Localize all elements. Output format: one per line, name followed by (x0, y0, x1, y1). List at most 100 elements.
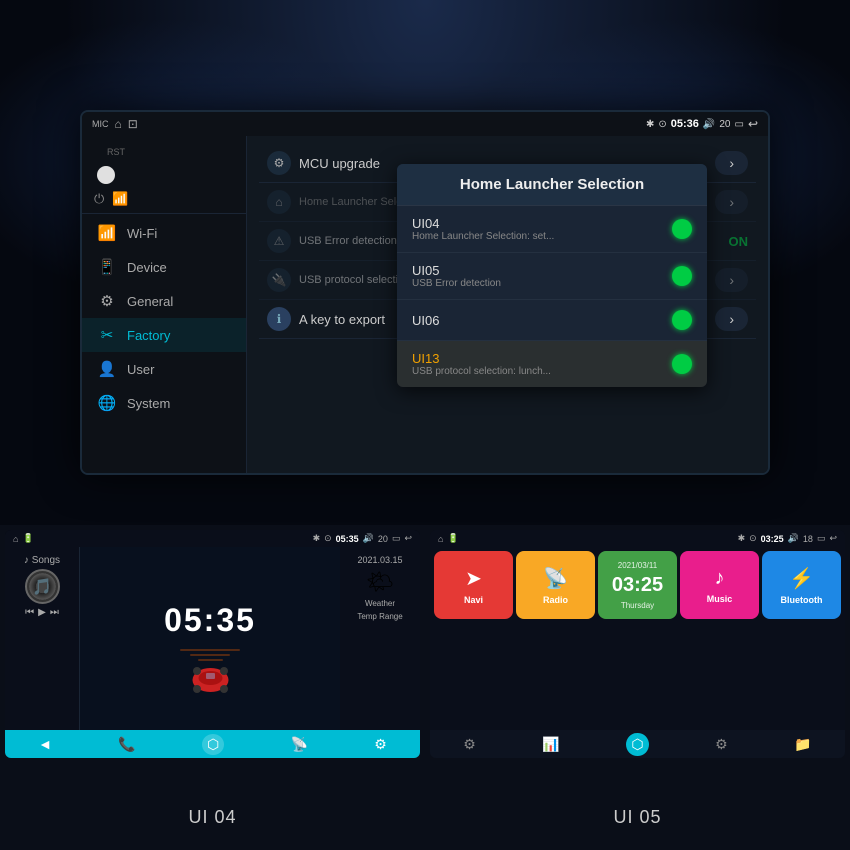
ui05-nav-settings[interactable]: ⚙ (463, 736, 476, 753)
mcu-arrow-btn[interactable]: › (715, 151, 748, 175)
ui04-time: 05:35 (336, 534, 359, 544)
music-disc[interactable]: 🎵 (25, 569, 60, 604)
ui05-toggle[interactable] (672, 266, 692, 286)
next-btn[interactable]: ⏭ (50, 607, 59, 618)
ui05-bottom-nav: ⚙ 📊 ⬡ ⚙ 📁 (430, 730, 845, 758)
ui05-body: ➤ Navi 📡 Radio 2021/03/11 03:25 Thurs (430, 547, 845, 727)
ui04-body: ♪ Songs 🎵 ⏮ ▶ ⏭ (5, 547, 420, 755)
back-icon[interactable]: ↩ (748, 117, 758, 131)
bottom-section: ⌂ 🔋 ✱ ⊙ 05:35 🔊 20 ▭ ↩ (0, 525, 850, 850)
ui06-label: UI06 (412, 313, 439, 328)
device-icon: 📱 (97, 258, 117, 276)
sidebar-item-system[interactable]: 🌐 System (82, 386, 246, 420)
ui04-bottom-nav: ◄ 📞 ⬡ 📡 ⚙ (5, 730, 420, 758)
sidebar-item-factory[interactable]: ✂ Factory (82, 318, 246, 352)
ui04-bat-num: 20 (378, 534, 388, 544)
usb-error-toggle[interactable]: ON (729, 234, 749, 249)
nav-grid-icon[interactable]: ⬡ (202, 734, 224, 755)
mcu-label: MCU upgrade (299, 156, 380, 171)
music-label: Music (707, 594, 733, 604)
ui04-bottom-label: UI 04 (0, 790, 425, 845)
ui05-bat-num: 18 (803, 534, 813, 544)
play-btn[interactable]: ▶ (38, 607, 46, 618)
ui04-sub-screen: ⌂ 🔋 ✱ ⊙ 05:35 🔊 20 ▭ ↩ (0, 525, 425, 790)
export-arrow-btn[interactable]: › (715, 307, 748, 331)
ui05-status-bar: ⌂ 🔋 ✱ ⊙ 03:25 🔊 18 ▭ ↩ (430, 530, 845, 547)
bluetooth-tile[interactable]: ⚡ Bluetooth (762, 551, 841, 619)
sidebar-user-label: User (127, 362, 154, 377)
user-icon: 👤 (97, 360, 117, 378)
signal-icon: 📶 (112, 191, 128, 207)
rst-label: RST (92, 145, 140, 159)
home-launcher-dialog: Home Launcher Selection UI04 Home Launch… (397, 164, 707, 387)
ui05-bottom-label: UI 05 (425, 790, 850, 845)
status-bar-left: MIC ⌂ ⊡ (92, 117, 138, 131)
ui04-toggle[interactable] (672, 219, 692, 239)
prev-btn[interactable]: ⏮ (25, 607, 34, 618)
bottom-labels: UI 04 UI 05 (0, 790, 850, 845)
ui05-back-icon[interactable]: ↩ (829, 533, 837, 544)
nav-signal-icon[interactable]: 📡 (291, 736, 308, 753)
export-icon: ℹ (267, 307, 291, 331)
wifi-status-icon: ⊙ (658, 119, 666, 130)
sidebar: RST ⏻ 📶 📶 Wi-Fi 📱 Device (82, 136, 247, 473)
ui05-time: 03:25 (761, 534, 784, 544)
ui06-toggle[interactable] (672, 310, 692, 330)
dialog-item-ui04[interactable]: UI04 Home Launcher Selection: set... (397, 206, 707, 253)
sidebar-item-wifi[interactable]: 📶 Wi-Fi (82, 216, 246, 250)
ui04-home-icon: ⌂ (13, 534, 18, 544)
sidebar-wifi-label: Wi-Fi (127, 226, 157, 241)
music-controls: ⏮ ▶ ⏭ (25, 607, 59, 618)
status-bar-right: ✱ ⊙ 05:36 🔊 20 ▭ ↩ (646, 117, 758, 131)
ui04-back-icon[interactable]: ↩ (404, 533, 412, 544)
nav-phone-icon[interactable]: 📞 (118, 736, 135, 753)
ui04-bat-icon: ▭ (392, 533, 401, 544)
ui13-toggle[interactable] (672, 354, 692, 374)
dialog-item-ui05[interactable]: UI05 USB Error detection (397, 253, 707, 300)
ui04-clock: 05:35 (164, 602, 256, 639)
ui05-bt-icon: ✱ (738, 533, 746, 544)
volume-icon: 🔊 (703, 119, 715, 130)
music-tile[interactable]: ♪ Music (680, 551, 759, 619)
ui05-nav-folder[interactable]: 📁 (794, 736, 811, 753)
nav-direction-icon[interactable]: ◄ (38, 736, 52, 752)
export-label: A key to export (299, 312, 385, 327)
content-area: ⚙ MCU upgrade › ⌂ Home Launcher Selectio… (247, 136, 768, 473)
car-svg (188, 665, 233, 695)
usb-protocol-icon: 🔌 (267, 268, 291, 292)
sidebar-dot (97, 166, 115, 184)
sidebar-device-label: Device (127, 260, 167, 275)
dialog-title: Home Launcher Selection (397, 164, 707, 206)
sidebar-item-general[interactable]: ⚙ General (82, 284, 246, 318)
home-launcher-icon: ⌂ (267, 190, 291, 214)
usb-protocol-arrow-btn[interactable]: › (715, 268, 748, 292)
radio-label: Radio (543, 595, 568, 605)
mcu-upgrade-left: ⚙ MCU upgrade (267, 151, 380, 175)
usb-error-left: ⚠ USB Error detection (267, 229, 397, 253)
dialog-item-ui06[interactable]: UI06 (397, 300, 707, 341)
weather-date: 2021.03.15 (357, 555, 402, 565)
clock-time: 03:25 (612, 574, 663, 597)
sidebar-item-device[interactable]: 📱 Device (82, 250, 246, 284)
ui04-left-panel: ♪ Songs 🎵 ⏮ ▶ ⏭ (5, 547, 80, 755)
navi-tile[interactable]: ➤ Navi (434, 551, 513, 619)
wrench-icon: ✂ (97, 326, 117, 344)
nav-settings-icon[interactable]: ⚙ (374, 736, 387, 753)
clock-date: 2021/03/11 (618, 561, 657, 570)
ui05-nav-chart[interactable]: 📊 (542, 736, 559, 753)
ui05-battery-icon: 🔋 (447, 533, 458, 544)
radio-tile[interactable]: 📡 Radio (516, 551, 595, 619)
ui05-nav-gear[interactable]: ⚙ (715, 736, 728, 753)
home-launcher-arrow-btn[interactable]: › (715, 190, 748, 214)
gear-icon: ⚙ (97, 292, 117, 310)
sidebar-item-user[interactable]: 👤 User (82, 352, 246, 386)
ui05-nav-home[interactable]: ⬡ (626, 733, 648, 756)
sidebar-system-label: System (127, 396, 170, 411)
clock-tile[interactable]: 2021/03/11 03:25 Thursday (598, 551, 677, 619)
ui05-wifi-icon: ⊙ (749, 533, 757, 544)
sidebar-factory-label: Factory (127, 328, 170, 343)
navi-icon: ➤ (465, 566, 482, 591)
dialog-item-ui13[interactable]: UI13 USB protocol selection: lunch... (397, 341, 707, 387)
power-icon[interactable]: ⏻ (94, 191, 104, 207)
ui05-vol-icon: 🔊 (788, 533, 799, 544)
